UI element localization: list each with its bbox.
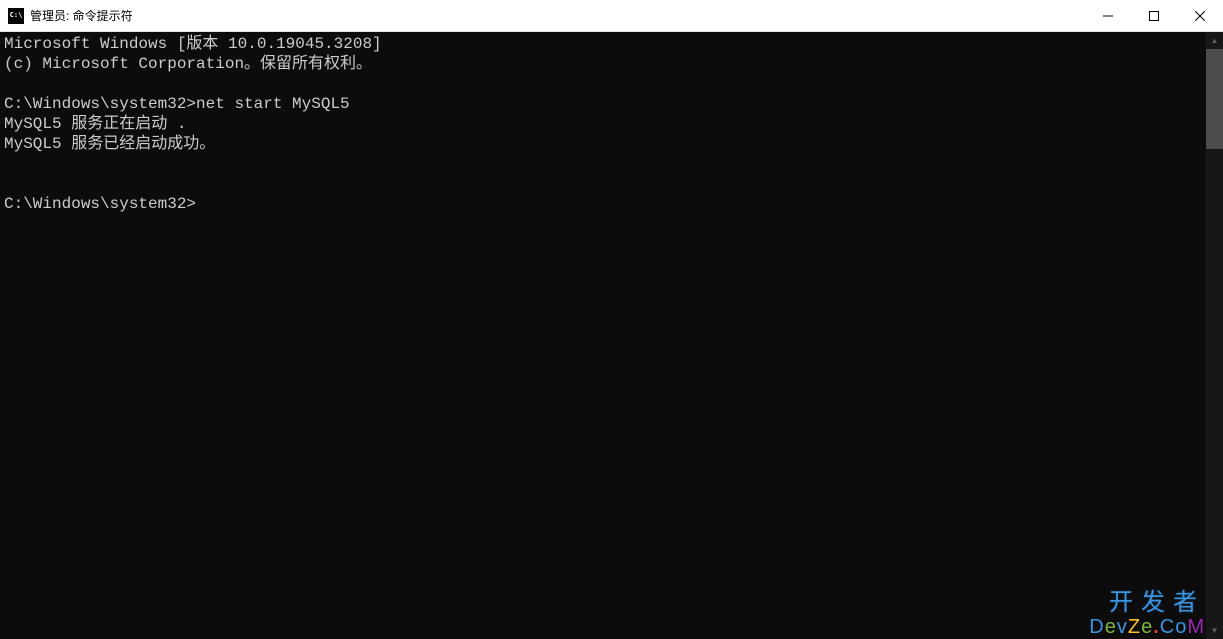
maximize-button[interactable] xyxy=(1131,0,1177,31)
close-icon xyxy=(1195,11,1205,21)
terminal-line: MySQL5 服务正在启动 . xyxy=(4,115,186,133)
terminal-output[interactable]: Microsoft Windows [版本 10.0.19045.3208] (… xyxy=(0,32,1206,639)
terminal: Microsoft Windows [版本 10.0.19045.3208] (… xyxy=(0,32,1223,639)
titlebar: 管理员: 命令提示符 xyxy=(0,0,1223,32)
terminal-line: C:\Windows\system32> xyxy=(4,195,196,213)
scrollbar-up-button[interactable]: ▲ xyxy=(1206,32,1223,49)
terminal-line: C:\Windows\system32>net start MySQL5 xyxy=(4,95,350,113)
window-title: 管理员: 命令提示符 xyxy=(30,7,1085,24)
window-controls xyxy=(1085,0,1223,31)
maximize-icon xyxy=(1149,11,1159,21)
terminal-line: (c) Microsoft Corporation。保留所有权利。 xyxy=(4,55,372,73)
terminal-line: Microsoft Windows [版本 10.0.19045.3208] xyxy=(4,35,382,53)
minimize-button[interactable] xyxy=(1085,0,1131,31)
scrollbar-thumb[interactable] xyxy=(1206,49,1223,149)
scrollbar[interactable]: ▲ ▼ xyxy=(1206,32,1223,639)
terminal-line: MySQL5 服务已经启动成功。 xyxy=(4,135,215,153)
minimize-icon xyxy=(1103,11,1113,21)
scrollbar-down-button[interactable]: ▼ xyxy=(1206,622,1223,639)
cmd-icon xyxy=(8,8,24,24)
close-button[interactable] xyxy=(1177,0,1223,31)
